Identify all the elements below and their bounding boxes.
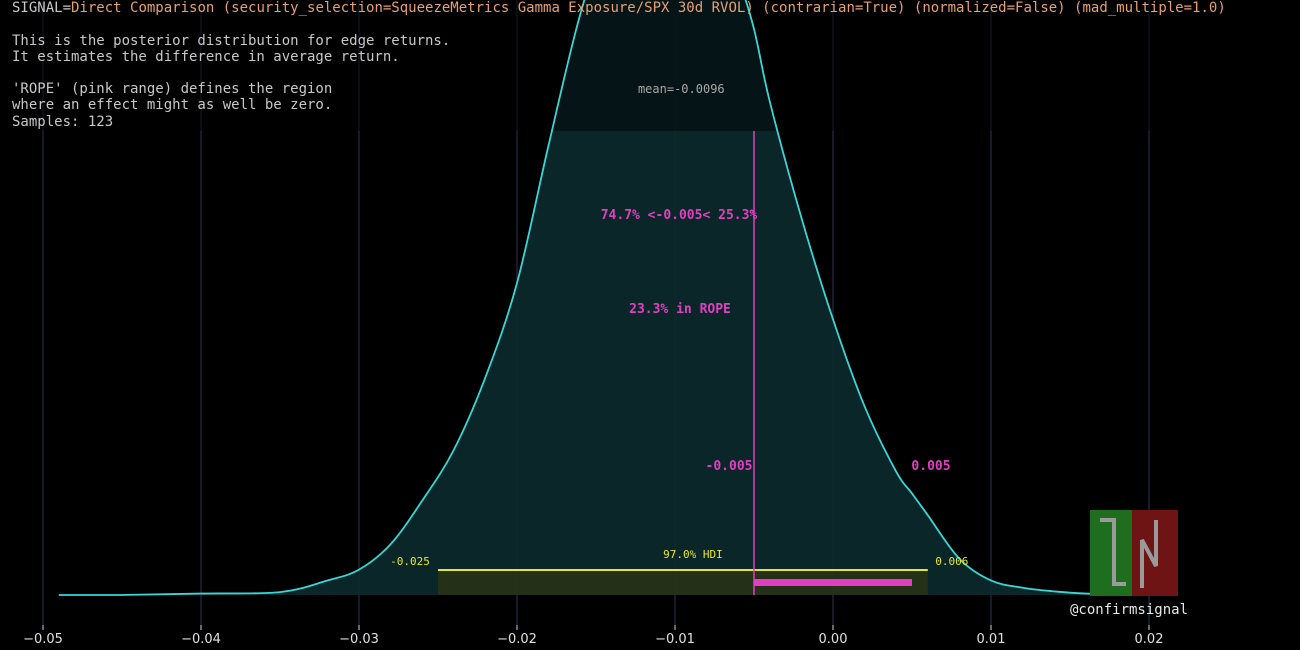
- hdi-high-label: 0.006: [935, 555, 968, 568]
- logo: [1090, 510, 1178, 596]
- x-tick-label-2: −0.03: [339, 632, 379, 647]
- x-tick-label-4: −0.01: [655, 632, 695, 647]
- rope-bar: [754, 579, 912, 586]
- watermark-handle: @confirmsignal: [1070, 602, 1189, 618]
- x-tick-label-3: −0.02: [497, 632, 537, 647]
- x-tick-label-6: 0.01: [977, 632, 1006, 647]
- hdi-low-label: -0.025: [390, 555, 430, 568]
- x-tick-label-7: 0.02: [1135, 632, 1164, 647]
- description-line-2: It estimates the difference in average r…: [12, 49, 400, 65]
- x-axis-ticks: −0.05 −0.04 −0.03 −0.02 −0.01 0.00 0.01 0.02: [23, 625, 1163, 647]
- description-line-1: This is the posterior distribution for e…: [12, 33, 451, 49]
- split-label: 74.7% <-0.005< 25.3%: [601, 208, 758, 223]
- x-tick-label-0: −0.05: [23, 632, 63, 647]
- rope-high-label: 0.005: [911, 459, 950, 474]
- rope-description-line-2: where an effect might as well be zero.: [12, 97, 333, 113]
- signal-value: Direct Comparison (security_selection=Sq…: [71, 0, 1226, 16]
- rope-percent-label: 23.3% in ROPE: [629, 302, 731, 317]
- x-tick-label-1: −0.04: [181, 632, 221, 647]
- signal-title: SIGNAL=Direct Comparison (security_selec…: [12, 0, 1226, 16]
- rope-low-label: -0.005: [706, 459, 753, 474]
- samples-count: Samples: 123: [12, 114, 114, 130]
- signal-key: SIGNAL=: [12, 0, 72, 16]
- mean-label: mean=-0.0096: [638, 82, 725, 96]
- rope-description-line-1: 'ROPE' (pink range) defines the region: [12, 81, 333, 97]
- x-tick-label-5: 0.00: [819, 632, 848, 647]
- hdi-label: 97.0% HDI: [663, 548, 723, 561]
